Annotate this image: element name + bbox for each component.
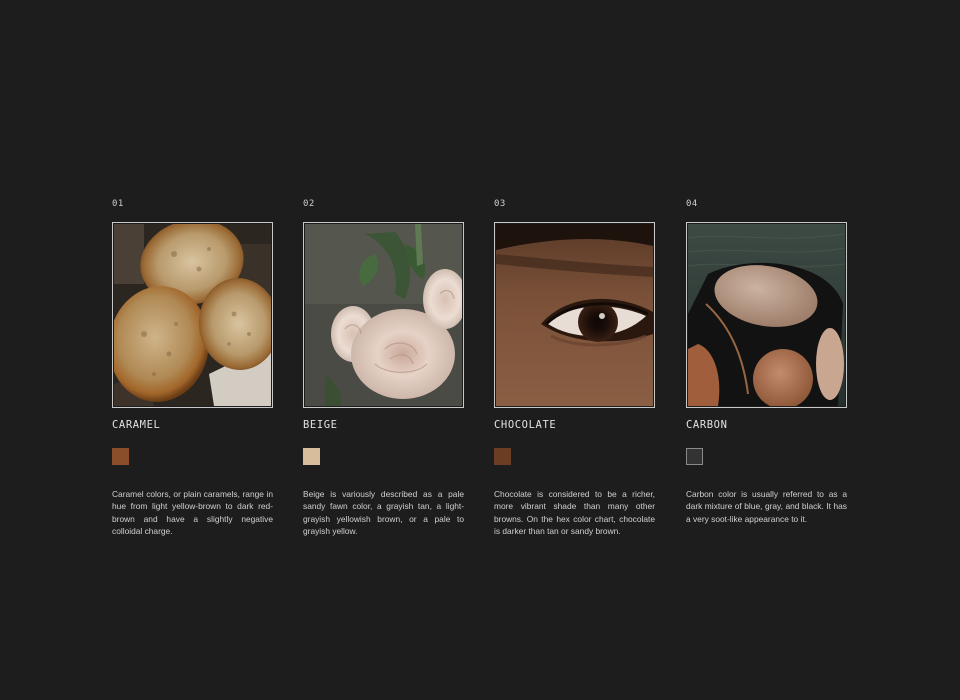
eye-closeup-photo: [496, 224, 653, 406]
card-number: 02: [303, 199, 315, 209]
white-roses-photo: [305, 224, 462, 406]
color-name: CARAMEL: [112, 419, 161, 431]
color-name: CHOCOLATE: [494, 419, 557, 431]
color-description: Chocolate is considered to be a richer, …: [494, 489, 655, 537]
color-swatch: [686, 448, 703, 465]
bread-slices-photo: [114, 224, 271, 406]
palette-card-caramel: 01 CARAMEL Caramel colors, or plain cara…: [112, 198, 273, 536]
water-abstract-photo: [688, 224, 845, 406]
photo-frame: [686, 222, 847, 408]
card-number: 04: [686, 199, 698, 209]
color-name: BEIGE: [303, 419, 338, 431]
color-name: CARBON: [686, 419, 728, 431]
palette-card-chocolate: 03 CHOCOLATE Chocolate is considered to …: [494, 198, 655, 536]
color-swatch: [303, 448, 320, 465]
palette-page: 01 CARAMEL Caramel colors, or plain cara…: [0, 0, 960, 700]
photo-frame: [303, 222, 464, 408]
palette-card-carbon: 04 CARBON Carbon color is usually referr…: [686, 198, 847, 524]
photo-frame: [112, 222, 273, 408]
card-number: 01: [112, 199, 124, 209]
card-number: 03: [494, 199, 506, 209]
color-swatch: [494, 448, 511, 465]
color-description: Beige is variously described as a pale s…: [303, 489, 464, 537]
color-description: Caramel colors, or plain caramels, range…: [112, 489, 273, 537]
palette-card-beige: 02 BEIGE Beige is variously described as…: [303, 198, 464, 536]
photo-frame: [494, 222, 655, 408]
color-swatch: [112, 448, 129, 465]
color-description: Carbon color is usually referred to as a…: [686, 489, 847, 524]
